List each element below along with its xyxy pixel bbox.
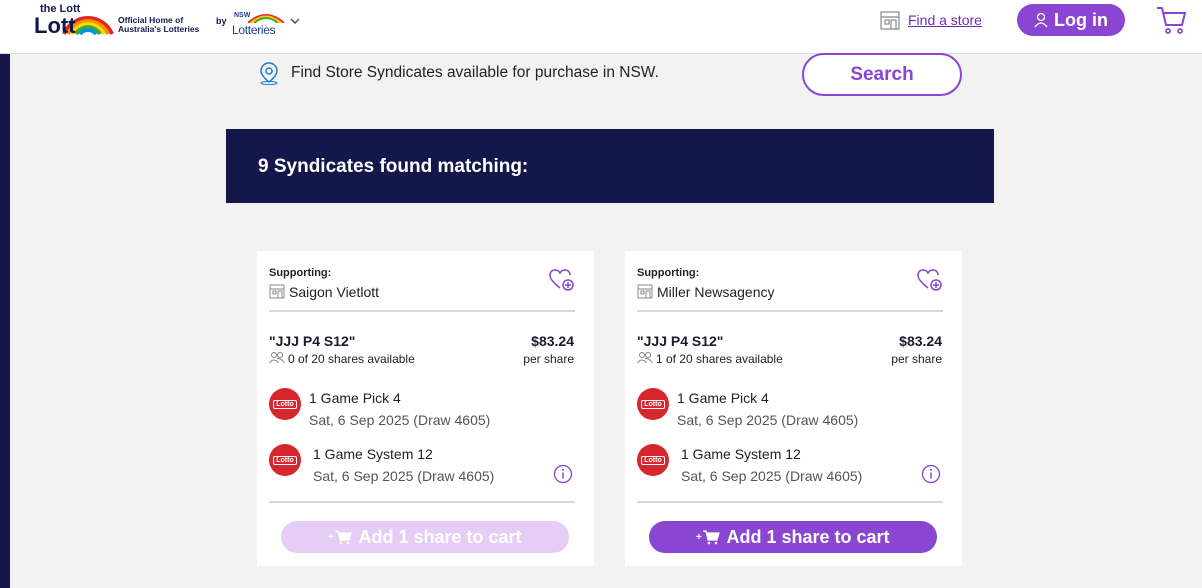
store-icon (637, 284, 653, 299)
cart-icon[interactable] (1155, 5, 1187, 35)
search-button[interactable]: Search (802, 53, 962, 96)
syndicate-card: Supporting: Miller Newsagency "JJJ P4 S1… (625, 251, 962, 566)
info-icon[interactable] (553, 464, 573, 484)
people-icon (637, 352, 653, 364)
lotto-badge-icon: Lotto (637, 388, 669, 420)
by-label: by (216, 16, 227, 26)
game-title: 1 Game Pick 4 (309, 390, 401, 406)
favourite-add-icon[interactable] (549, 268, 575, 292)
supporting-label: Supporting: (269, 267, 332, 279)
svg-text:+: + (328, 532, 334, 543)
divider (637, 501, 943, 503)
chevron-down-icon[interactable] (290, 16, 300, 26)
per-share-label: per share (523, 352, 574, 366)
info-icon[interactable] (921, 464, 941, 484)
lotto-badge-icon: Lotto (637, 444, 669, 476)
lotto-badge-icon: Lotto (269, 388, 301, 420)
results-banner: 9 Syndicates found matching: (226, 129, 994, 203)
per-share-label: per share (891, 352, 942, 366)
game-date: Sat, 6 Sep 2025 (Draw 4605) (681, 468, 863, 484)
login-button[interactable]: Log in (1017, 4, 1125, 36)
left-edge-bar (0, 54, 10, 588)
syndicate-card: Supporting: Saigon Vietlott "JJJ P4 S12"… (257, 251, 594, 566)
search-description: Find Store Syndicates available for purc… (291, 64, 659, 81)
divider (269, 501, 575, 503)
find-a-store-link[interactable]: Find a store (908, 12, 982, 28)
add-share-to-cart-button[interactable]: + Add 1 share to cart (649, 521, 937, 553)
location-pin-icon (260, 62, 278, 85)
store-name: Saigon Vietlott (289, 284, 380, 300)
divider (637, 310, 943, 312)
share-price: $83.24 (531, 333, 574, 349)
lotto-badge-icon: Lotto (269, 444, 301, 476)
shares-available: 0 of 20 shares available (288, 352, 415, 366)
svg-text:Lott: Lott (34, 13, 76, 36)
user-icon (1034, 12, 1048, 28)
store-icon[interactable] (879, 9, 901, 31)
share-price: $83.24 (899, 333, 942, 349)
game-date: Sat, 6 Sep 2025 (Draw 4605) (313, 468, 495, 484)
game-date: Sat, 6 Sep 2025 (Draw 4605) (677, 412, 859, 428)
favourite-add-icon[interactable] (917, 268, 943, 292)
add-to-cart-icon: + (696, 530, 721, 545)
the-lott-logo[interactable]: the Lott Lott (34, 0, 114, 36)
game-title: 1 Game System 12 (681, 446, 801, 462)
results-count: 9 Syndicates found matching: (258, 156, 529, 177)
site-header: the Lott Lott Official Home of Australia… (0, 0, 1202, 54)
people-icon (269, 352, 285, 364)
add-to-cart-icon: + (328, 530, 353, 545)
store-name: Miller Newsagency (657, 284, 775, 300)
nsw-lotteries-logo[interactable]: NSW Lotteries (232, 12, 284, 37)
divider (269, 310, 575, 312)
add-share-to-cart-button[interactable]: + Add 1 share to cart (281, 521, 569, 553)
shares-available: 1 of 20 shares available (656, 352, 783, 366)
game-title: 1 Game System 12 (313, 446, 433, 462)
game-date: Sat, 6 Sep 2025 (Draw 4605) (309, 412, 491, 428)
store-icon (269, 284, 285, 299)
svg-text:+: + (696, 532, 702, 543)
syndicate-name: "JJJ P4 S12" (269, 333, 356, 349)
game-title: 1 Game Pick 4 (677, 390, 769, 406)
logo-tagline: Official Home of Australia's Lotteries (118, 15, 200, 34)
syndicate-name: "JJJ P4 S12" (637, 333, 724, 349)
supporting-label: Supporting: (637, 267, 700, 279)
